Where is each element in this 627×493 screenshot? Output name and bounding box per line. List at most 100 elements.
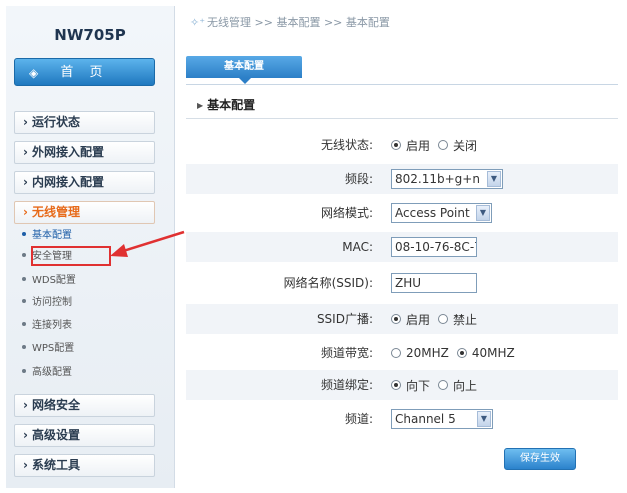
radio-unchecked-icon [438, 380, 449, 390]
mac-label: MAC: [342, 240, 373, 254]
row-ssid-broadcast: SSID广播: 启用 禁止 [186, 304, 618, 334]
bullet-icon [22, 232, 26, 236]
section-title: ▶ 基本配置 [197, 96, 255, 113]
row-channel: 频道: Channel 5 ▼ [186, 404, 618, 434]
menu-label: 内网接入配置 [31, 175, 104, 189]
band-select[interactable]: 802.11b+g+n ▼ [391, 169, 503, 189]
channel-bind-label: 频道绑定: [320, 378, 373, 392]
row-channel-bind: 频道绑定: 向下 向上 [186, 370, 618, 400]
submenu-basic-config[interactable]: 基本配置 [22, 229, 72, 243]
sparkle-icon: ✧⁺ [190, 16, 206, 29]
network-mode-value: Access Point [395, 206, 470, 220]
row-mac: MAC: 08-10-76-8C-7 [186, 232, 618, 262]
menu-network-security[interactable]: › 网络安全 [14, 394, 155, 417]
network-mode-select[interactable]: Access Point ▼ [391, 203, 492, 223]
ssid-broadcast-disable-radio[interactable]: 禁止 [438, 311, 477, 328]
chevron-down-icon: ▼ [476, 205, 490, 221]
menu-wan-config[interactable]: › 外网接入配置 [14, 141, 155, 164]
menu-label: 无线管理 [31, 205, 80, 219]
menu-lan-config[interactable]: › 内网接入配置 [14, 171, 155, 194]
menu-system-tools[interactable]: › 系统工具 [14, 454, 155, 477]
annotation-arrow-icon [110, 230, 185, 257]
tab-basic-config[interactable]: 基本配置 [186, 56, 302, 78]
radio-checked-icon [391, 380, 401, 390]
row-wireless-status: 无线状态: 启用 关闭 [186, 130, 618, 160]
band-value: 802.11b+g+n [395, 172, 480, 186]
menu-label: 高级设置 [31, 428, 80, 442]
submenu-wds[interactable]: WDS配置 [22, 274, 76, 288]
bandwidth-20mhz-radio[interactable]: 20MHZ [391, 346, 449, 360]
submenu-connection-list[interactable]: 连接列表 [22, 319, 72, 333]
home-label: 首 页 [60, 65, 109, 80]
ssid-broadcast-enable-radio[interactable]: 启用 [391, 311, 430, 328]
menu-advanced-settings[interactable]: › 高级设置 [14, 424, 155, 447]
section-divider [186, 118, 618, 119]
radio-checked-icon [456, 348, 467, 358]
bandwidth-40mhz-radio[interactable]: 40MHZ [456, 346, 515, 360]
menu-label: 网络安全 [31, 398, 80, 412]
submenu-access-control[interactable]: 访问控制 [22, 296, 72, 310]
section-title-text: 基本配置 [207, 98, 256, 112]
bullet-icon [22, 253, 26, 257]
submenu-label: WPS配置 [32, 343, 75, 354]
option-label: 40MHZ [471, 346, 515, 360]
network-mode-label: 网络模式: [320, 206, 373, 220]
chevron-right-icon: › [23, 428, 28, 442]
option-label: 启用 [406, 312, 431, 327]
tab-bar: 基本配置 [186, 56, 618, 85]
breadcrumb-text: 无线管理 >> 基本配置 >> 基本配置 [207, 16, 390, 29]
menu-label: 系统工具 [31, 458, 80, 472]
bullet-icon [22, 299, 26, 303]
channel-bind-up-radio[interactable]: 向上 [438, 377, 477, 394]
channel-label: 频道: [344, 412, 373, 426]
option-label: 关闭 [453, 138, 478, 153]
radio-unchecked-icon [438, 314, 449, 324]
radio-unchecked-icon [438, 140, 449, 150]
submenu-label: 高级配置 [32, 367, 72, 378]
option-label: 向上 [453, 378, 478, 393]
channel-value: Channel 5 [395, 412, 456, 426]
channel-select[interactable]: Channel 5 ▼ [391, 409, 493, 429]
submenu-advanced[interactable]: 高级配置 [22, 366, 72, 380]
triangle-right-icon: ▶ [197, 101, 204, 110]
row-ssid: 网络名称(SSID): ZHU [186, 268, 618, 298]
chevron-right-icon: › [23, 115, 28, 129]
chevron-down-icon: ▼ [487, 171, 501, 187]
radio-checked-icon [391, 314, 401, 324]
home-button[interactable]: ◈ 首 页 [14, 58, 155, 86]
tab-pointer [239, 78, 251, 84]
wireless-status-label: 无线状态: [320, 138, 373, 152]
chevron-right-icon: › [23, 458, 28, 472]
wireless-status-enable-radio[interactable]: 启用 [391, 137, 430, 154]
menu-run-status[interactable]: › 运行状态 [14, 111, 155, 134]
chevron-right-icon: › [23, 145, 28, 159]
option-label: 20MHZ [406, 346, 449, 360]
bullet-icon [22, 369, 26, 373]
radio-unchecked-icon [391, 348, 401, 358]
submenu-label: 连接列表 [32, 320, 72, 331]
submenu-label: 访问控制 [32, 297, 72, 308]
submenu-label: WDS配置 [32, 275, 76, 286]
radio-checked-icon [391, 140, 401, 150]
chevron-right-icon: › [23, 205, 28, 219]
submenu-wps[interactable]: WPS配置 [22, 342, 74, 356]
row-network-mode: 网络模式: Access Point ▼ [186, 198, 618, 228]
chevron-right-icon: › [23, 398, 28, 412]
band-label: 频段: [344, 172, 373, 186]
brand-model: NW705P [54, 26, 126, 44]
ssid-label: 网络名称(SSID): [283, 276, 373, 290]
submenu-label: 基本配置 [32, 230, 72, 241]
menu-label: 运行状态 [31, 115, 80, 129]
row-band: 频段: 802.11b+g+n ▼ [186, 164, 618, 194]
bullet-icon [22, 322, 26, 326]
annotation-highlight-box [31, 246, 111, 266]
ssid-input[interactable]: ZHU [391, 273, 477, 293]
wireless-status-disable-radio[interactable]: 关闭 [438, 137, 477, 154]
bullet-icon [22, 277, 26, 281]
menu-wireless[interactable]: › 无线管理 [14, 201, 155, 224]
chevron-down-icon: ▼ [477, 411, 491, 427]
channel-bind-down-radio[interactable]: 向下 [391, 377, 430, 394]
ssid-broadcast-label: SSID广播: [316, 312, 373, 326]
save-apply-button[interactable]: 保存生效 [504, 448, 576, 470]
mac-input[interactable]: 08-10-76-8C-7 [391, 237, 477, 257]
